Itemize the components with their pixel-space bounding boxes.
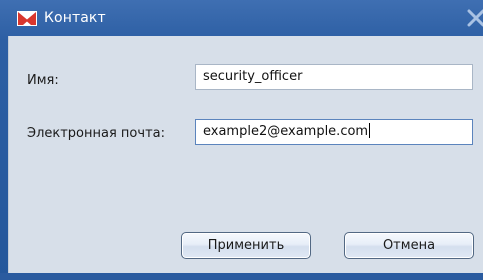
envelope-icon (17, 11, 37, 26)
name-field[interactable]: security_officer (195, 64, 473, 90)
text-caret (369, 123, 371, 138)
close-icon[interactable] (466, 8, 483, 28)
dialog-body: Имя: security_officer Электронная почта:… (8, 36, 483, 273)
window-title: Контакт (44, 10, 106, 26)
cancel-button[interactable]: Отмена (344, 232, 474, 259)
contact-dialog: Контакт Имя: security_officer Электронна… (0, 0, 483, 280)
apply-button[interactable]: Применить (181, 232, 311, 259)
name-label: Имя: (27, 73, 59, 88)
name-field-value: security_officer (203, 69, 303, 84)
title-bar[interactable]: Контакт (0, 0, 483, 36)
email-label: Электронная почта: (27, 126, 165, 141)
email-field[interactable]: example2@example.com (195, 119, 473, 145)
email-field-value: example2@example.com (203, 124, 369, 139)
window-bottom-border (0, 273, 483, 280)
